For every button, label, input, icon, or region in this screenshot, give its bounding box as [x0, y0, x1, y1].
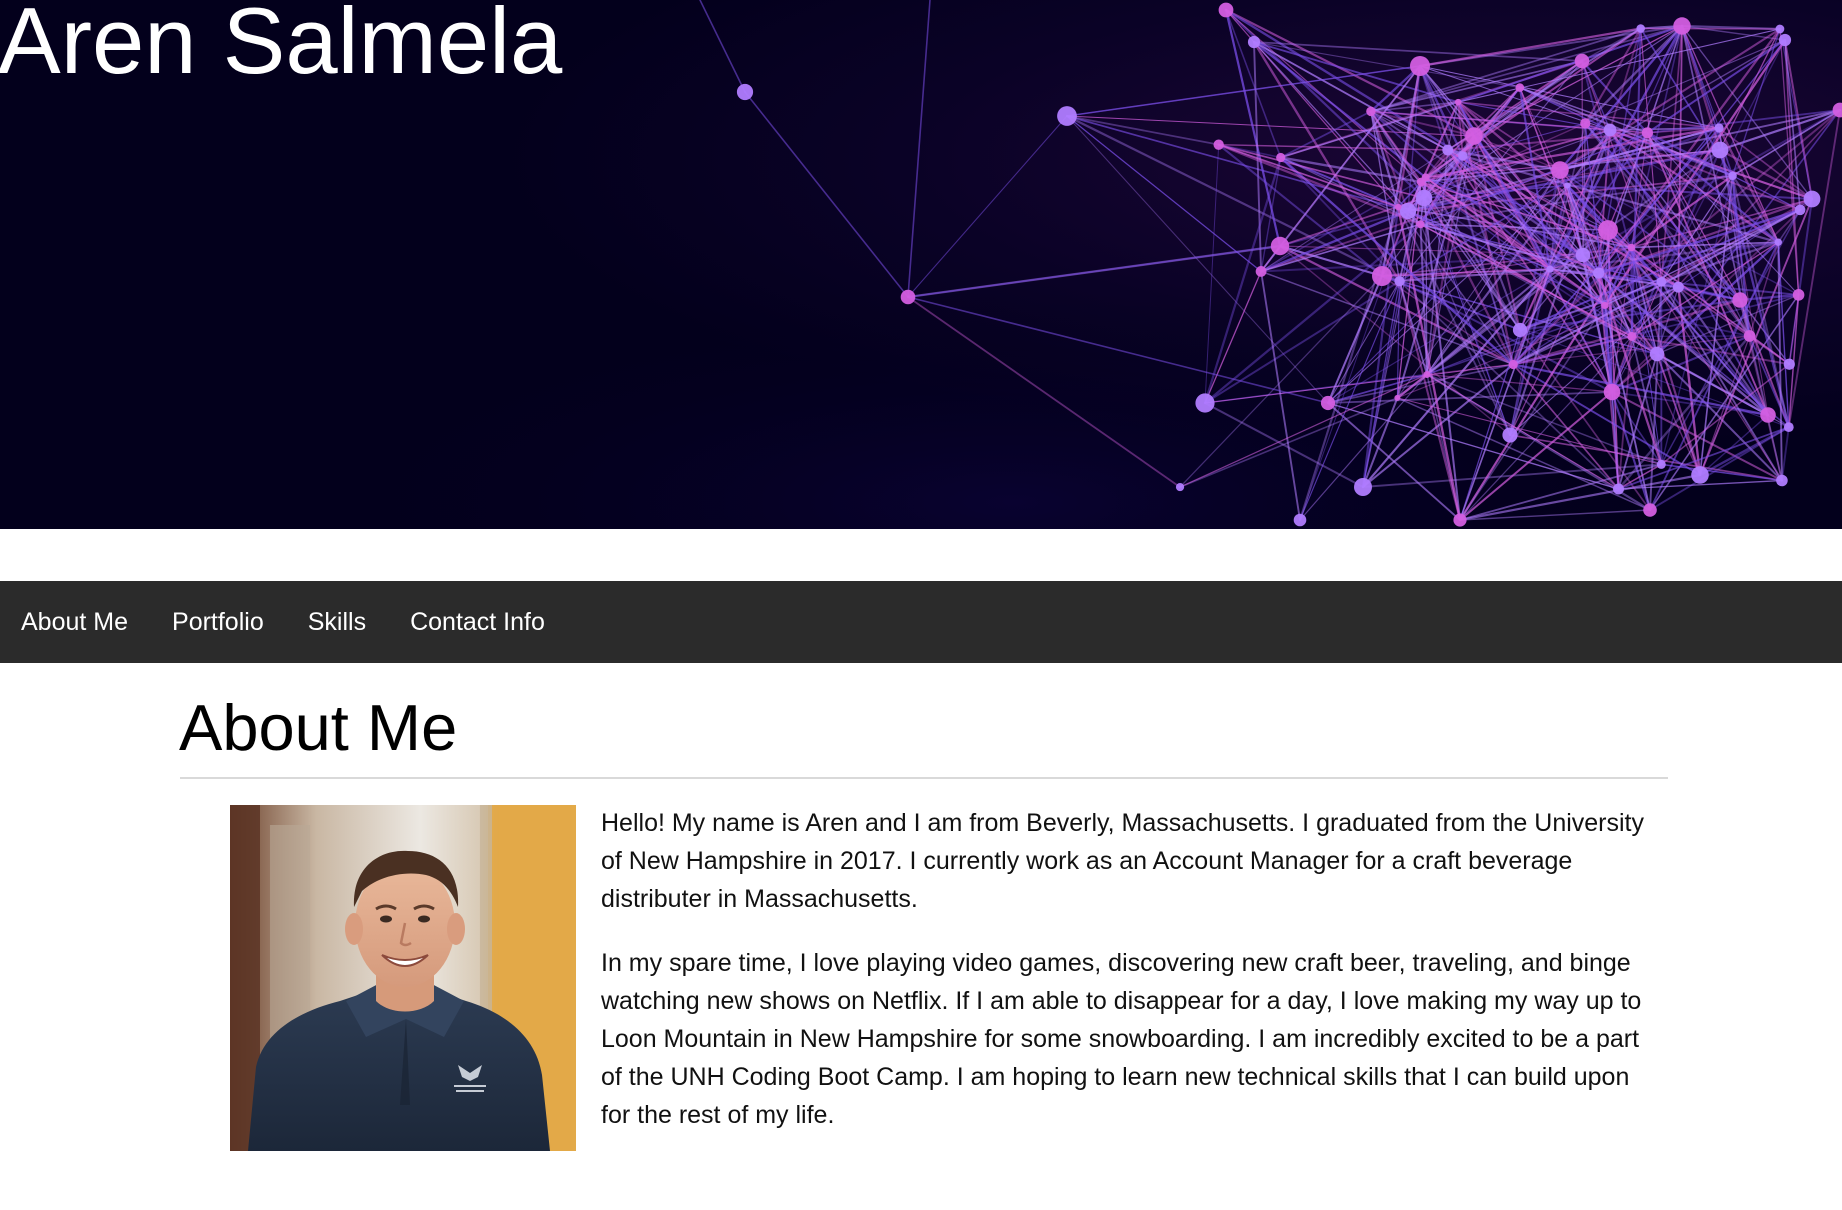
network-node — [1546, 265, 1554, 273]
network-node — [1276, 152, 1286, 163]
network-node — [1636, 24, 1646, 33]
network-node — [1394, 276, 1405, 287]
network-node — [1465, 127, 1483, 145]
section-divider — [180, 777, 1668, 779]
nav-item-about-me[interactable]: About Me — [0, 581, 150, 663]
hero-banner: Aren Salmela — [0, 0, 1842, 529]
network-node — [1218, 2, 1234, 18]
network-node — [1627, 331, 1637, 341]
bio-paragraph: In my spare time, I love playing video g… — [601, 949, 1642, 1129]
network-node — [1775, 24, 1785, 34]
network-node — [1551, 161, 1569, 179]
nav-item-skills[interactable]: Skills — [287, 581, 388, 663]
network-node — [1672, 281, 1684, 293]
nav-item-contact-info[interactable]: Contact Info — [389, 581, 567, 663]
network-node — [1778, 33, 1792, 47]
network-node — [1760, 407, 1776, 423]
network-node — [1603, 123, 1617, 137]
network-node — [1743, 330, 1756, 342]
network-node — [1673, 17, 1691, 35]
profile-photo — [230, 805, 576, 1151]
network-node — [1394, 203, 1402, 211]
network-node — [1714, 123, 1724, 133]
network-node — [1613, 483, 1625, 495]
network-node — [1783, 358, 1795, 370]
network-node — [1175, 482, 1185, 492]
network-node — [1643, 503, 1657, 517]
network-node — [1502, 427, 1518, 443]
network-node — [1601, 301, 1609, 310]
nav-list: About Me Portfolio Skills Contact Info — [0, 581, 1842, 663]
network-node — [1580, 118, 1591, 129]
network-node — [1515, 83, 1525, 92]
network-node — [1270, 236, 1290, 256]
network-node — [1803, 190, 1821, 208]
network-node — [1394, 394, 1401, 401]
network-node — [1399, 202, 1417, 220]
network-node — [1641, 127, 1654, 139]
network-node — [1564, 182, 1571, 189]
network-node — [1372, 266, 1392, 286]
network-node — [1416, 220, 1425, 229]
network-node — [1255, 266, 1267, 277]
network-node — [1454, 98, 1462, 106]
network-node — [1416, 177, 1426, 187]
network-node — [1057, 106, 1077, 126]
network-node — [1415, 189, 1433, 207]
about-me-heading: About Me — [179, 691, 458, 764]
network-node — [1195, 393, 1215, 413]
network-node — [1711, 141, 1729, 159]
network-node — [1774, 238, 1782, 246]
network-node — [1656, 277, 1667, 287]
network-node — [900, 289, 916, 305]
network-node — [1783, 422, 1794, 433]
network-node — [1728, 171, 1737, 181]
network-node — [1776, 474, 1788, 487]
network-node — [1423, 370, 1431, 378]
network-node — [1574, 53, 1590, 69]
network-node — [1593, 267, 1605, 279]
network-line — [1640, 27, 1781, 30]
bio-paragraph: Hello! My name is Aren and I am from Bev… — [601, 809, 1645, 913]
main-navbar: About Me Portfolio Skills Contact Info — [0, 581, 1842, 663]
profile-photo-illustration — [230, 805, 576, 1151]
network-node — [1512, 322, 1528, 338]
network-node — [1453, 513, 1467, 527]
nav-item-portfolio[interactable]: Portfolio — [151, 581, 286, 663]
site-title: Aren Salmela — [0, 0, 563, 93]
network-node — [1247, 35, 1261, 49]
network-node — [1366, 106, 1376, 117]
network-node — [1508, 359, 1518, 370]
network-node — [1410, 56, 1430, 76]
network-node — [736, 83, 754, 101]
network-node — [1320, 395, 1336, 411]
network-node — [1603, 383, 1621, 401]
network-node — [1794, 204, 1806, 216]
network-node — [1213, 139, 1224, 150]
network-node — [1442, 144, 1454, 156]
network-node — [1732, 292, 1748, 308]
network-node — [1649, 346, 1665, 362]
network-node — [1458, 151, 1468, 161]
network-node — [1792, 289, 1805, 301]
network-node — [1627, 243, 1636, 252]
network-node — [1656, 459, 1666, 469]
network-node — [1598, 220, 1618, 240]
network-node — [1691, 466, 1709, 484]
network-node — [1293, 513, 1307, 527]
network-node — [1354, 478, 1372, 496]
about-me-bio: Hello! My name is Aren and I am from Bev… — [601, 804, 1661, 1160]
network-node — [1575, 247, 1591, 263]
